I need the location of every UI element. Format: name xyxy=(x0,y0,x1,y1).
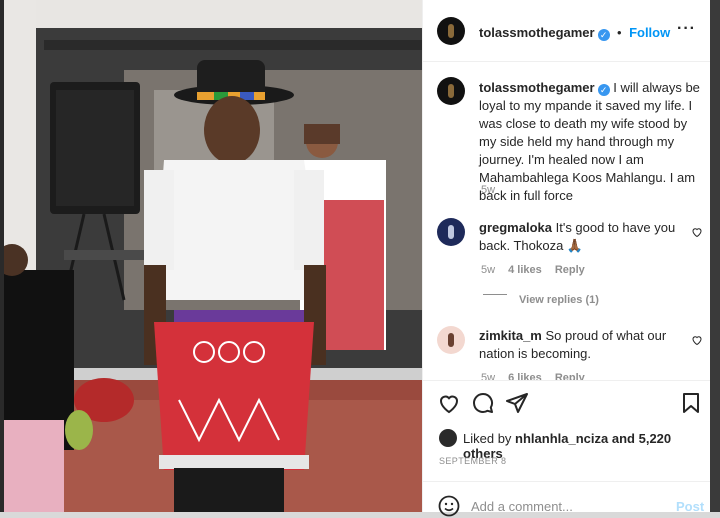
likes-prefix: Liked by xyxy=(463,431,512,446)
paper-plane-icon[interactable] xyxy=(505,391,529,415)
window-edge-right xyxy=(710,0,720,512)
comment-meta: 5w 4 likes Reply xyxy=(481,264,585,276)
caption-age: 5w xyxy=(481,184,496,196)
replies-divider xyxy=(483,294,507,295)
comment-username[interactable]: zimkita_m xyxy=(479,328,542,343)
author-avatar[interactable] xyxy=(437,17,465,45)
comment-age: 5w xyxy=(481,264,496,276)
comment-likes-count[interactable]: 6 likes xyxy=(508,372,542,380)
screenshot-frame: tolassmothegamer ✓ • Follow ··· tolassmot… xyxy=(0,0,720,517)
view-replies-link[interactable]: View replies (1) xyxy=(519,294,599,306)
comment-text-block: gregmaloka It's good to have you back. T… xyxy=(479,219,679,255)
caption-text-block: tolassmothegamer ✓ I will always be loyal… xyxy=(479,79,701,205)
caption-username[interactable]: tolassmothegamer xyxy=(479,80,595,95)
comments-list[interactable]: tolassmothegamer ✓ I will always be loyal… xyxy=(423,62,711,380)
header-separator: • xyxy=(617,25,622,40)
comment-age: 5w xyxy=(481,372,496,380)
header-username[interactable]: tolassmothegamer xyxy=(479,25,595,40)
follow-button[interactable]: Follow xyxy=(629,25,670,40)
avatar-figure xyxy=(448,84,454,98)
comment-likes-count[interactable]: 4 likes xyxy=(508,264,542,276)
emoji-icon[interactable] xyxy=(437,494,461,518)
post-date[interactable]: SEPTEMBER 8 xyxy=(439,456,506,466)
verified-badge-icon: ✓ xyxy=(597,84,610,96)
reply-button[interactable]: Reply xyxy=(555,264,585,276)
caption-text: I will always be loyal to my mpande it s… xyxy=(479,80,700,203)
commenter-avatar[interactable] xyxy=(437,218,465,246)
reply-button[interactable]: Reply xyxy=(555,372,585,380)
commenter-avatar[interactable] xyxy=(437,326,465,354)
header-author-line: tolassmothegamer ✓ • Follow xyxy=(479,24,670,42)
post-details-panel: tolassmothegamer ✓ • Follow ··· tolassmot… xyxy=(422,0,711,517)
bookmark-icon[interactable] xyxy=(679,391,703,415)
comment-meta: 5w 6 likes Reply xyxy=(481,372,585,380)
post-actions: Liked by nhlanhla_nciza and 5,220 others… xyxy=(423,380,711,517)
post-photo-image xyxy=(4,0,422,512)
avatar-figure xyxy=(448,333,454,347)
post-header: tolassmothegamer ✓ • Follow ··· xyxy=(423,0,711,62)
comment-composer: Add a comment... Post xyxy=(423,481,711,517)
liker-avatar[interactable] xyxy=(439,429,457,447)
comment-like-heart-icon[interactable] xyxy=(691,226,703,238)
heart-icon[interactable] xyxy=(437,391,461,415)
comment-text-block: zimkita_m So proud of what our nation is… xyxy=(479,327,679,363)
caption-author-avatar[interactable] xyxy=(437,77,465,105)
avatar-figure xyxy=(448,24,454,38)
more-options-icon[interactable]: ··· xyxy=(677,20,696,38)
verified-badge-icon: ✓ xyxy=(597,29,610,41)
avatar-figure xyxy=(448,225,454,239)
post-photo[interactable] xyxy=(4,0,422,512)
liked-by-user[interactable]: nhlanhla_nciza xyxy=(515,431,608,446)
comment-like-heart-icon[interactable] xyxy=(691,334,703,346)
comment-icon[interactable] xyxy=(471,391,495,415)
comment-username[interactable]: gregmaloka xyxy=(479,220,552,235)
